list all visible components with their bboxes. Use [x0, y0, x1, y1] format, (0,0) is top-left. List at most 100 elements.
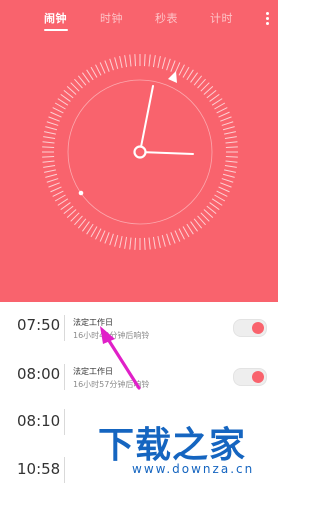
- alarm-time: 08:10: [17, 412, 61, 430]
- clock-tick: [166, 233, 171, 246]
- clock-tick: [209, 202, 220, 211]
- clock-tick: [222, 173, 235, 178]
- clock-tick: [190, 72, 199, 83]
- clock-tick: [197, 215, 206, 226]
- clock-tick: [144, 237, 146, 250]
- clock-tick: [104, 60, 110, 72]
- analog-clock: [42, 54, 238, 250]
- clock-tick: [48, 116, 60, 122]
- clock-tick: [109, 58, 114, 71]
- clock-tick: [134, 237, 136, 250]
- clock-tick: [182, 66, 190, 78]
- clock-tick: [52, 190, 64, 197]
- ring-dot-marker: [78, 190, 84, 196]
- clock-header: 闹钟 时钟 秒表 计时: [0, 0, 278, 302]
- watermark-url: www.downza.cn: [132, 462, 255, 476]
- clock-tick: [70, 212, 80, 222]
- alarm-label: 法定工作日: [73, 318, 113, 327]
- alarm-toggle[interactable]: [233, 319, 267, 337]
- clock-tick: [225, 160, 238, 163]
- alarm-countdown: 16小时40分钟后响铃: [73, 331, 150, 340]
- clock-tick: [57, 198, 69, 206]
- clock-tick: [114, 234, 119, 247]
- clock-tick: [129, 54, 132, 67]
- clock-tick: [42, 141, 55, 144]
- clock-tick: [186, 223, 194, 235]
- alarm-row[interactable]: 07:50 法定工作日 16小时40分钟后响铃: [0, 315, 278, 366]
- minute-hand: [139, 85, 154, 153]
- clock-tick: [161, 57, 166, 70]
- clock-tick: [119, 56, 123, 68]
- clock-tick: [43, 164, 56, 168]
- clock-tick: [225, 156, 238, 158]
- alarm-label: 法定工作日: [73, 367, 113, 376]
- clock-tick: [157, 236, 161, 248]
- clock-tick: [200, 82, 210, 92]
- clock-tick: [134, 54, 136, 67]
- clock-tick: [114, 57, 119, 70]
- clock-tick: [109, 233, 114, 246]
- clock-tick: [152, 55, 156, 68]
- clock-tick: [74, 215, 83, 226]
- clock-tick: [152, 236, 156, 249]
- clock-tick: [170, 232, 176, 244]
- clock-tick: [66, 209, 77, 218]
- alarm-toggle[interactable]: [233, 368, 267, 386]
- clock-tick: [124, 236, 128, 249]
- clock-tick: [190, 221, 199, 232]
- ring-pointer-triangle: [168, 71, 177, 83]
- clock-tick: [186, 69, 194, 81]
- clock-center-pin: [133, 145, 147, 159]
- clock-tick: [124, 55, 128, 68]
- clock-tick: [170, 60, 176, 72]
- clock-tick: [104, 232, 110, 244]
- clock-tick: [224, 131, 236, 135]
- clock-tick: [221, 178, 234, 183]
- clock-tick: [178, 228, 185, 240]
- clock-tick: [50, 186, 62, 193]
- clock-tick: [44, 169, 56, 173]
- clock-tick: [77, 218, 87, 229]
- clock-tick: [99, 62, 106, 74]
- alarm-time: 10:58: [17, 460, 61, 478]
- clock-tick: [225, 146, 238, 148]
- clock-tick: [161, 234, 166, 247]
- clock-tick: [157, 56, 161, 68]
- clock-tick: [74, 78, 83, 89]
- clock-tick: [90, 226, 98, 238]
- clock-tick: [225, 141, 238, 144]
- clock-tick: [42, 156, 55, 158]
- clock-tick: [43, 136, 56, 140]
- clock-tick: [211, 98, 223, 106]
- clock-tick: [148, 237, 151, 250]
- clock-tick: [48, 182, 60, 188]
- toggle-knob: [252, 371, 264, 383]
- clock-tick: [218, 186, 230, 193]
- clock-tick: [220, 182, 232, 188]
- alarm-row[interactable]: 08:00 法定工作日 16小时57分钟后响铃: [0, 364, 278, 415]
- clock-tick: [52, 107, 64, 114]
- divider: [64, 315, 65, 341]
- clock-tick: [60, 93, 71, 102]
- clock-tick: [81, 221, 90, 232]
- clock-tick: [46, 121, 59, 126]
- clock-tick: [224, 169, 236, 173]
- hour-hand: [139, 151, 194, 155]
- divider: [64, 457, 65, 483]
- clock-tick: [42, 160, 55, 163]
- clock-tick: [119, 236, 123, 248]
- clock-tick: [224, 164, 237, 168]
- clock-tick: [214, 194, 226, 202]
- clock-tick: [214, 102, 226, 110]
- clock-tick: [54, 102, 66, 110]
- clock-tick: [63, 89, 74, 99]
- clock-tick: [45, 126, 58, 131]
- clock-tick: [220, 116, 232, 122]
- clock-tick: [209, 93, 220, 102]
- clock-tick: [63, 205, 74, 215]
- clock-tick: [193, 218, 203, 229]
- clock-tick: [77, 75, 87, 86]
- clock-tick: [90, 66, 98, 78]
- clock-tick: [224, 136, 237, 140]
- alarm-time: 08:00: [17, 365, 61, 383]
